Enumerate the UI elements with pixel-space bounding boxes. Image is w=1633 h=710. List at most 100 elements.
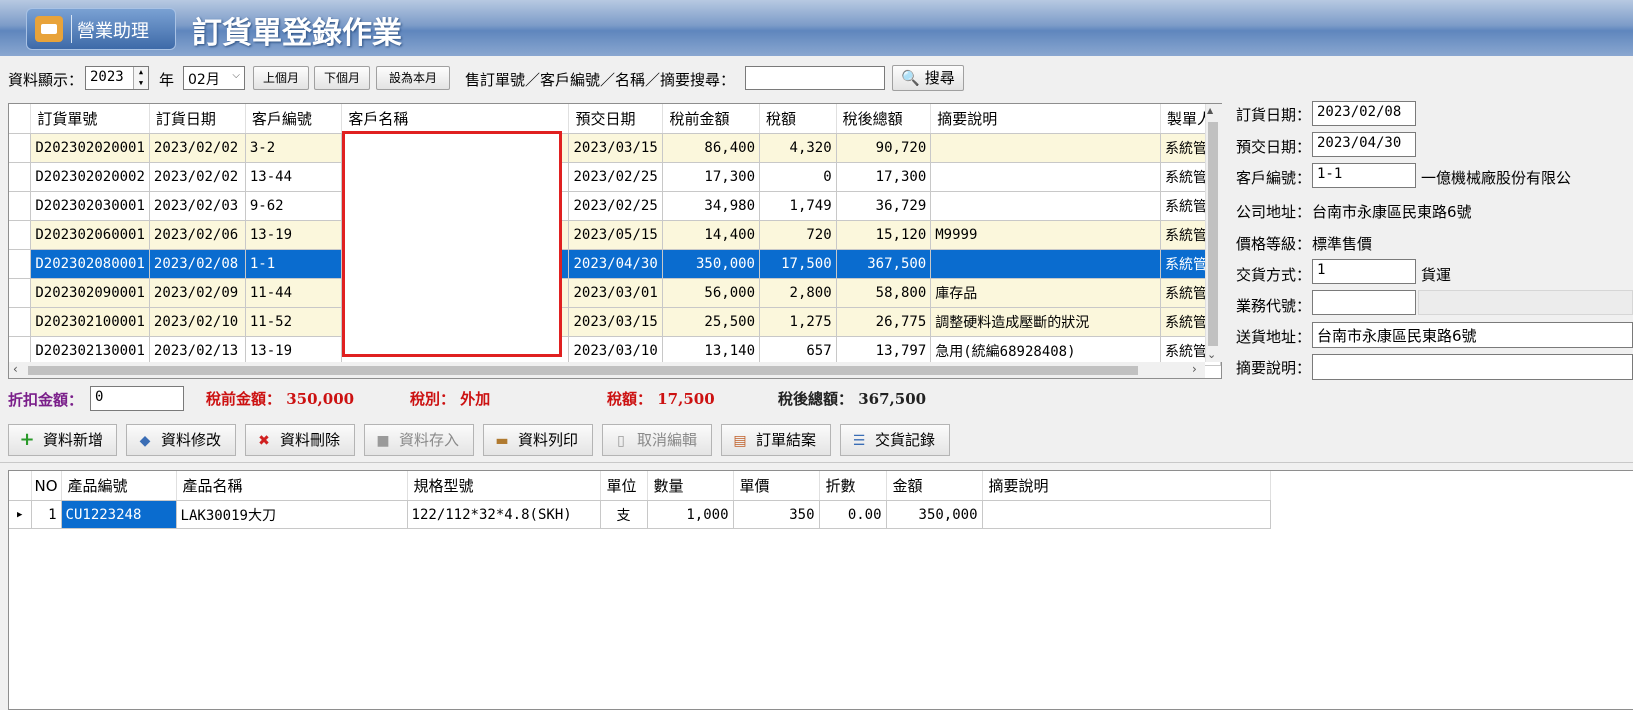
print-button[interactable]: ▬ 資料列印 <box>483 424 593 456</box>
memo-cell: 庫存品 <box>930 278 1161 308</box>
prev-month-button[interactable]: 上個月 <box>253 66 309 90</box>
delivery-code-field[interactable]: 1 <box>1312 259 1416 284</box>
truck-icon <box>35 16 63 42</box>
order-no-cell: D202302100001 <box>30 307 150 337</box>
col-unit[interactable]: 單位 <box>600 471 648 501</box>
col-customer-name[interactable]: 客戶名稱 <box>341 104 570 134</box>
month-select[interactable]: 02月 ⌵ <box>183 66 245 90</box>
pre-tax-cell: 14,400 <box>662 220 760 250</box>
close-order-button[interactable]: ▤ 訂單結案 <box>721 424 831 456</box>
search-button[interactable]: 🔍 搜尋 <box>892 65 964 91</box>
row-indicator[interactable] <box>9 133 32 163</box>
add-button[interactable]: + 資料新增 <box>8 424 117 456</box>
orders-grid[interactable]: 訂貨單號 訂貨日期 客戶編號 客戶名稱 預交日期 稅前金額 稅額 稅後總額 摘要… <box>8 103 1222 379</box>
next-month-button[interactable]: 下個月 <box>314 66 370 90</box>
scroll-down-icon[interactable]: ⌄ <box>1207 348 1216 361</box>
col-product-name[interactable]: 產品名稱 <box>176 471 408 501</box>
sales-code-field[interactable] <box>1312 290 1416 315</box>
due-date-cell: 2023/03/01 <box>568 278 664 308</box>
col-quantity[interactable]: 數量 <box>647 471 734 501</box>
row-indicator[interactable] <box>9 307 32 337</box>
delete-button[interactable]: ✖ 資料刪除 <box>245 424 355 456</box>
customer-no-cell: 13-44 <box>245 162 343 192</box>
order-date-cell: 2023/02/09 <box>149 278 246 308</box>
spin-arrows-icon[interactable]: ▲ ▼ <box>133 67 148 89</box>
chevron-down-icon: ⌵ <box>232 70 240 81</box>
memo-cell <box>930 191 1161 221</box>
current-row-arrow-icon[interactable]: ▶ <box>9 500 32 529</box>
cancel-edit-button[interactable]: ▯ 取消編輯 <box>602 424 712 456</box>
vertical-scroll-thumb[interactable] <box>1208 122 1218 346</box>
col-item-memo[interactable]: 摘要說明 <box>982 471 1271 501</box>
items-grid[interactable]: NO 產品編號 產品名稱 規格型號 單位 數量 單價 折數 金額 摘要說明 ▶ 1… <box>8 470 1633 710</box>
col-pre-tax[interactable]: 稅前金額 <box>662 104 760 134</box>
col-total[interactable]: 稅後總額 <box>836 104 932 134</box>
col-order-no[interactable]: 訂貨單號 <box>30 104 150 134</box>
tax-cell: 2,800 <box>759 278 837 308</box>
save-button[interactable]: ■ 資料存入 <box>364 424 474 456</box>
col-order-date[interactable]: 訂貨日期 <box>149 104 246 134</box>
col-tax[interactable]: 稅額 <box>759 104 837 134</box>
edit-button[interactable]: ◆ 資料修改 <box>126 424 236 456</box>
tax-cell: 17,500 <box>759 249 837 279</box>
order-date-cell: 2023/02/08 <box>149 249 246 279</box>
col-memo[interactable]: 摘要說明 <box>930 104 1161 134</box>
scroll-left-icon[interactable]: ‹ <box>13 362 18 376</box>
app-logo[interactable]: 營業助理 <box>26 8 176 50</box>
row-indicator[interactable] <box>9 278 32 308</box>
due-date-field[interactable]: 2023/04/30 <box>1312 132 1416 157</box>
row-indicator-header <box>9 471 32 501</box>
scroll-right-icon[interactable]: › <box>1192 362 1197 376</box>
due-date-cell: 2023/04/30 <box>568 249 664 279</box>
this-month-button[interactable]: 設為本月 <box>376 66 450 90</box>
item-row[interactable]: ▶ 1 CU1223248 LAK30019大刀 122/112*32*4.8(SKH)… <box>9 500 1271 529</box>
page-title: 訂貨單登錄作業 <box>192 16 402 51</box>
year-stepper[interactable]: 2023 ▲ ▼ <box>85 66 149 90</box>
tax-cell: 720 <box>759 220 837 250</box>
row-indicator[interactable] <box>9 191 32 221</box>
col-customer-no[interactable]: 客戶編號 <box>245 104 343 134</box>
order-row[interactable]: D202302100001 2023/02/10 11-52 2023/03/15 25… <box>9 307 1221 337</box>
order-row[interactable]: D202302030001 2023/02/03 9-62 2023/02/25 34,… <box>9 191 1221 221</box>
row-indicator[interactable] <box>9 220 32 250</box>
pre-tax-cell: 350,000 <box>662 249 760 279</box>
memo-field[interactable] <box>1312 354 1633 380</box>
document-icon: ▯ <box>617 433 625 449</box>
col-spec[interactable]: 規格型號 <box>407 471 601 501</box>
row-indicator[interactable] <box>9 162 32 192</box>
order-no-cell: D202302020001 <box>30 133 150 163</box>
order-row[interactable]: D202302060001 2023/02/06 13-19 2023/05/15 14… <box>9 220 1221 250</box>
col-amount[interactable]: 金額 <box>886 471 983 501</box>
order-date-field[interactable]: 2023/02/08 <box>1312 101 1416 126</box>
memo-cell: 調整硬料造成壓斷的狀況 <box>930 307 1161 337</box>
col-due-date[interactable]: 預交日期 <box>568 104 664 134</box>
col-product-code[interactable]: 產品編號 <box>61 471 177 501</box>
list-icon: ☰ <box>852 433 866 449</box>
product-name-cell: LAK30019大刀 <box>176 500 408 529</box>
col-unit-price[interactable]: 單價 <box>733 471 820 501</box>
total-cell: 15,120 <box>836 220 932 250</box>
discount-input[interactable]: 0 <box>90 386 184 411</box>
col-discount[interactable]: 折數 <box>819 471 887 501</box>
tax-cell: 1,275 <box>759 307 837 337</box>
order-row[interactable]: D202302090001 2023/02/09 11-44 2023/03/01 56… <box>9 278 1221 308</box>
order-row[interactable]: ▶ D202302080001 2023/02/08 1-1 2023/04/30 350… <box>9 249 1221 279</box>
year-label: 年 <box>159 71 175 89</box>
scroll-up-icon[interactable]: ▲ <box>1207 106 1213 115</box>
current-row-arrow-icon[interactable]: ▶ <box>9 249 32 279</box>
search-input[interactable] <box>745 66 885 90</box>
product-code-cell[interactable]: CU1223248 <box>61 500 177 529</box>
printer-icon: ▬ <box>495 433 509 449</box>
order-row[interactable]: D202302020001 2023/02/02 3-2 2023/03/15 86,4… <box>9 133 1221 163</box>
spec-cell: 122/112*32*4.8(SKH) <box>407 500 601 529</box>
ship-address-field[interactable]: 台南市永康區民東路6號 <box>1312 322 1633 348</box>
customer-no-field[interactable]: 1-1 <box>1312 163 1416 188</box>
col-item-no[interactable]: NO <box>31 471 62 501</box>
price-level-text: 標準售價 <box>1312 235 1373 253</box>
order-row[interactable]: D202302020002 2023/02/02 13-44 2023/02/25 17… <box>9 162 1221 192</box>
customer-no-cell: 11-44 <box>245 278 343 308</box>
horizontal-scroll-thumb[interactable] <box>28 366 1138 375</box>
sales-label: 業務代號： <box>1236 297 1312 315</box>
delivery-record-button[interactable]: ☰ 交貨記錄 <box>840 424 950 456</box>
total-cell: 90,720 <box>836 133 932 163</box>
